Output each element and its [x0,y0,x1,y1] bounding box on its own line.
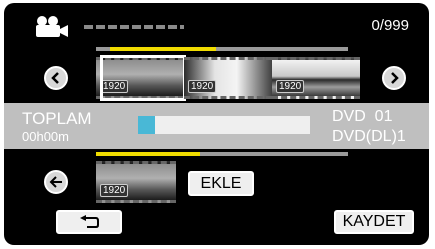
arrow-left-icon [49,176,62,188]
prev-page-button[interactable] [44,66,68,90]
video-camera-icon [34,15,70,39]
save-button[interactable]: KAYDET [334,210,414,234]
clip-counter: 0/999 [371,17,409,34]
edit-screen: 0/999 1920 1920 1920 TOPLAM 00h00m DVD 0… [4,3,429,245]
capacity-track [138,116,310,134]
return-arrow-icon [80,215,99,228]
title-placeholder-dots [84,25,184,29]
thumbnail-selection-frame [100,55,186,101]
total-label: TOPLAM [22,109,92,128]
resolution-badge: 1920 [188,80,217,93]
back-list-button[interactable] [44,170,68,194]
resolution-badge: 1920 [276,80,305,93]
thumbnail-2[interactable]: 1920 [184,57,272,99]
capacity-fill [138,116,155,134]
next-page-button[interactable] [382,66,406,90]
thumbnail-3[interactable]: 1920 [272,57,360,99]
add-button[interactable]: EKLE [188,171,254,196]
chevron-right-icon [391,72,399,84]
total-time: 00h00m [22,129,69,144]
return-button[interactable] [56,210,122,234]
selected-timeline-fill [96,152,200,156]
selected-thumbnail-1[interactable]: 1920 [96,161,176,203]
resolution-badge: 1920 [100,184,129,197]
chevron-left-icon [51,72,59,84]
disc-dl-count: DVD(DL)1 [332,128,406,145]
timeline-selection-bar [110,47,216,51]
disc-count: DVD 01 [332,108,393,125]
